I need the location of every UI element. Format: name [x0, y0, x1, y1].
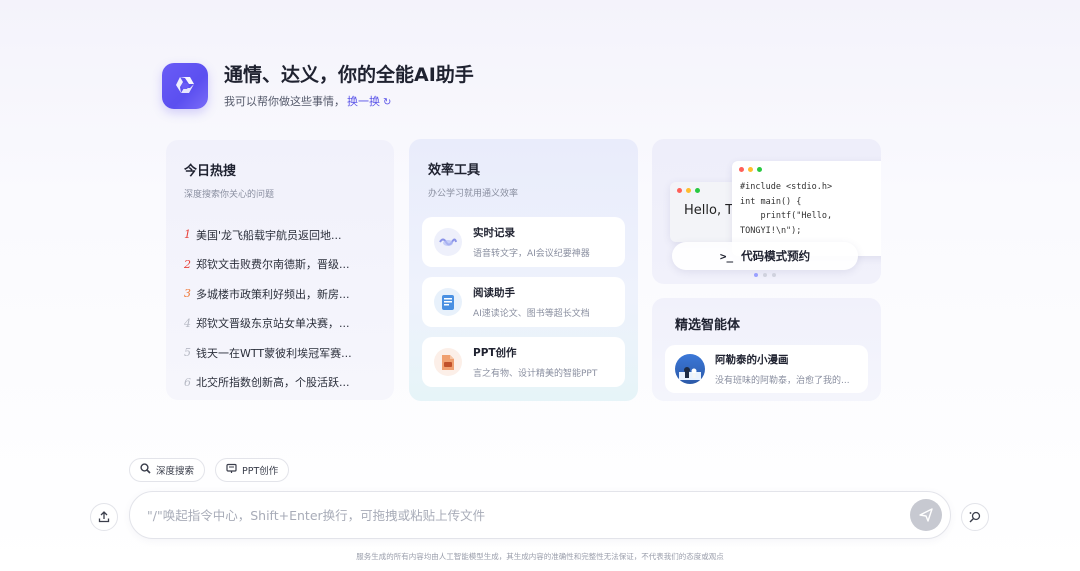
tool-name: PPT创作: [473, 347, 517, 359]
agents-title: 精选智能体: [675, 318, 741, 333]
terminal-icon: >_: [719, 249, 734, 263]
chip-label: 深度搜索: [156, 466, 195, 477]
carousel-pager: [754, 273, 776, 277]
quick-chips: 深度搜索 PPT创作: [129, 458, 290, 482]
deep-search-chip[interactable]: 深度搜索: [129, 458, 206, 482]
tool-realtime-record[interactable]: 实时记录 语音转文字，AI会议纪要神器: [422, 217, 625, 267]
upload-button[interactable]: [90, 503, 118, 531]
welcome-header: 通情、达义，你的全能AI助手 我可以帮你做这些事情， 换一换 ↻: [162, 63, 474, 109]
disclaimer-text: 服务生成的所有内容均由人工智能模型生成，其生成内容的准确性和完整性无法保证，不代…: [356, 552, 724, 561]
pager-dot[interactable]: [754, 273, 758, 277]
document-icon: [434, 288, 462, 316]
chip-label: PPT创作: [242, 466, 279, 477]
hot-search-text[interactable]: 郑钦文晋级东京站女单决赛，...: [196, 315, 366, 331]
assistant-button[interactable]: [961, 503, 989, 531]
ppt-creation-chip[interactable]: PPT创作: [215, 458, 290, 482]
rank-number: 2: [184, 257, 191, 271]
refresh-icon[interactable]: ↻: [383, 97, 391, 108]
send-button[interactable]: [910, 499, 942, 531]
hot-search-list: 1 美国'龙飞船载宇航员返回地... 2 郑钦文击败费尔南德斯，晋级... 3 多城楼…: [184, 220, 376, 397]
hot-search-item[interactable]: 5 钱天一在WTT蒙彼利埃冠军赛...: [184, 338, 376, 368]
hot-search-title: 今日热搜: [184, 164, 237, 179]
ppt-icon: [434, 348, 462, 376]
hot-search-item[interactable]: 2 郑钦文击败费尔南德斯，晋级...: [184, 250, 376, 280]
pager-dot[interactable]: [763, 273, 767, 277]
subtitle-text: 我可以帮你做这些事情，: [224, 95, 345, 108]
agent-item[interactable]: 阿勒泰的小漫画 没有班味的阿勒泰，治愈了我的...: [665, 345, 868, 393]
featured-agents-card: 精选智能体 阿勒泰的小漫画 没有班味的阿勒泰，治愈了我的...: [652, 298, 881, 401]
ppt-icon: [226, 463, 237, 477]
hot-search-subtitle: 深度搜索你关心的问题: [184, 190, 275, 200]
agent-desc: 没有班味的阿勒泰，治愈了我的...: [715, 376, 850, 386]
refresh-link[interactable]: 换一换: [347, 95, 380, 108]
efficiency-tools-card: 效率工具 办公学习就用通义效率 实时记录 语音转文字，AI会议纪要神器 阅读助手…: [409, 139, 638, 401]
code-mode-card[interactable]: Hello, T #include <stdio.h> int main() {…: [652, 139, 881, 284]
tool-name: 实时记录: [473, 227, 515, 239]
code-mode-reserve-button[interactable]: >_ 代码模式预约: [672, 242, 858, 270]
tool-desc: AI速读论文、图书等超长文档: [473, 309, 590, 319]
rank-number: 1: [184, 228, 191, 242]
send-icon: [919, 508, 933, 522]
search-icon: [140, 463, 151, 477]
rank-number: 6: [184, 375, 191, 389]
tool-desc: 语音转文字，AI会议纪要神器: [473, 249, 590, 259]
tool-reading-assistant[interactable]: 阅读助手 AI速读论文、图书等超长文档: [422, 277, 625, 327]
hot-search-text[interactable]: 郑钦文击败费尔南德斯，晋级...: [196, 256, 366, 272]
hot-search-card[interactable]: 今日热搜 深度搜索你关心的问题 1 美国'龙飞船载宇航员返回地... 2 郑钦文击败…: [166, 140, 394, 400]
chat-input[interactable]: [147, 507, 910, 523]
hot-search-item[interactable]: 6 北交所指数创新高，个股活跃...: [184, 368, 376, 398]
efficiency-title: 效率工具: [428, 163, 481, 178]
rank-number: 3: [184, 287, 191, 301]
hot-search-text[interactable]: 多城楼市政策利好频出，新房...: [196, 286, 366, 302]
hot-search-text[interactable]: 美国'龙飞船载宇航员返回地...: [196, 227, 366, 243]
rank-number: 4: [184, 316, 191, 330]
page-subtitle: 我可以帮你做这些事情， 换一换 ↻: [224, 93, 474, 109]
hot-search-text[interactable]: 钱天一在WTT蒙彼利埃冠军赛...: [196, 345, 366, 361]
code-mode-label: 代码模式预约: [741, 249, 811, 263]
upload-icon: [98, 511, 110, 523]
tool-name: 阅读助手: [473, 287, 515, 299]
avatar: [675, 354, 705, 384]
hot-search-item[interactable]: 1 美国'龙飞船载宇航员返回地...: [184, 220, 376, 250]
efficiency-subtitle: 办公学习就用通义效率: [428, 189, 519, 199]
code-snippet: #include <stdio.h> int main() { printf("…: [740, 182, 833, 236]
page-title: 通情、达义，你的全能AI助手: [224, 64, 474, 86]
audio-record-icon: [434, 228, 462, 256]
chat-input-box[interactable]: [129, 491, 951, 539]
tool-desc: 言之有物、设计精美的智能PPT: [473, 369, 598, 379]
pager-dot[interactable]: [772, 273, 776, 277]
agent-name: 阿勒泰的小漫画: [715, 354, 789, 366]
hot-search-text[interactable]: 北交所指数创新高，个股活跃...: [196, 374, 366, 390]
hot-search-item[interactable]: 3 多城楼市政策利好频出，新房...: [184, 279, 376, 309]
hot-search-item[interactable]: 4 郑钦文晋级东京站女单决赛，...: [184, 309, 376, 339]
sparkle-search-icon: [969, 511, 981, 523]
rank-number: 5: [184, 346, 191, 360]
tool-ppt-creation[interactable]: PPT创作 言之有物、设计精美的智能PPT: [422, 337, 625, 387]
tongyi-logo-icon: [162, 63, 208, 109]
